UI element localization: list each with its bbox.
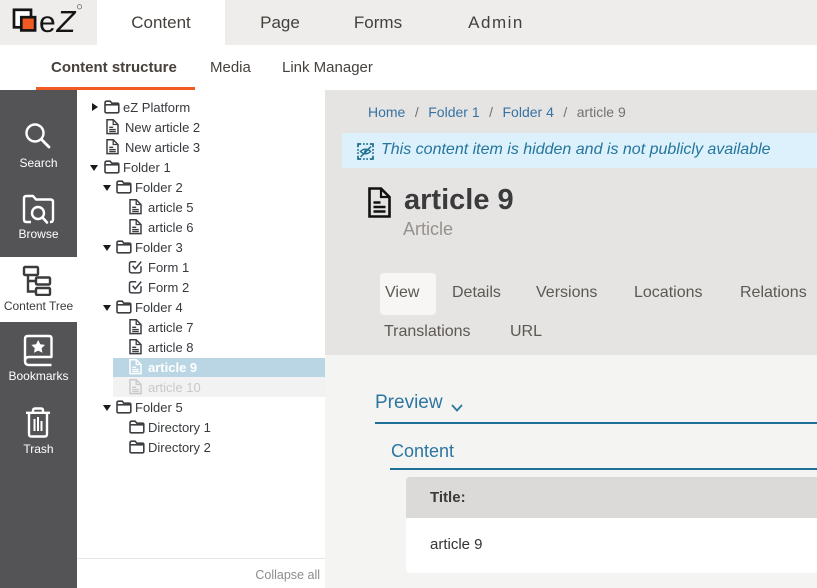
svg-text:e: e bbox=[39, 6, 56, 39]
svg-text:Z: Z bbox=[56, 4, 77, 39]
